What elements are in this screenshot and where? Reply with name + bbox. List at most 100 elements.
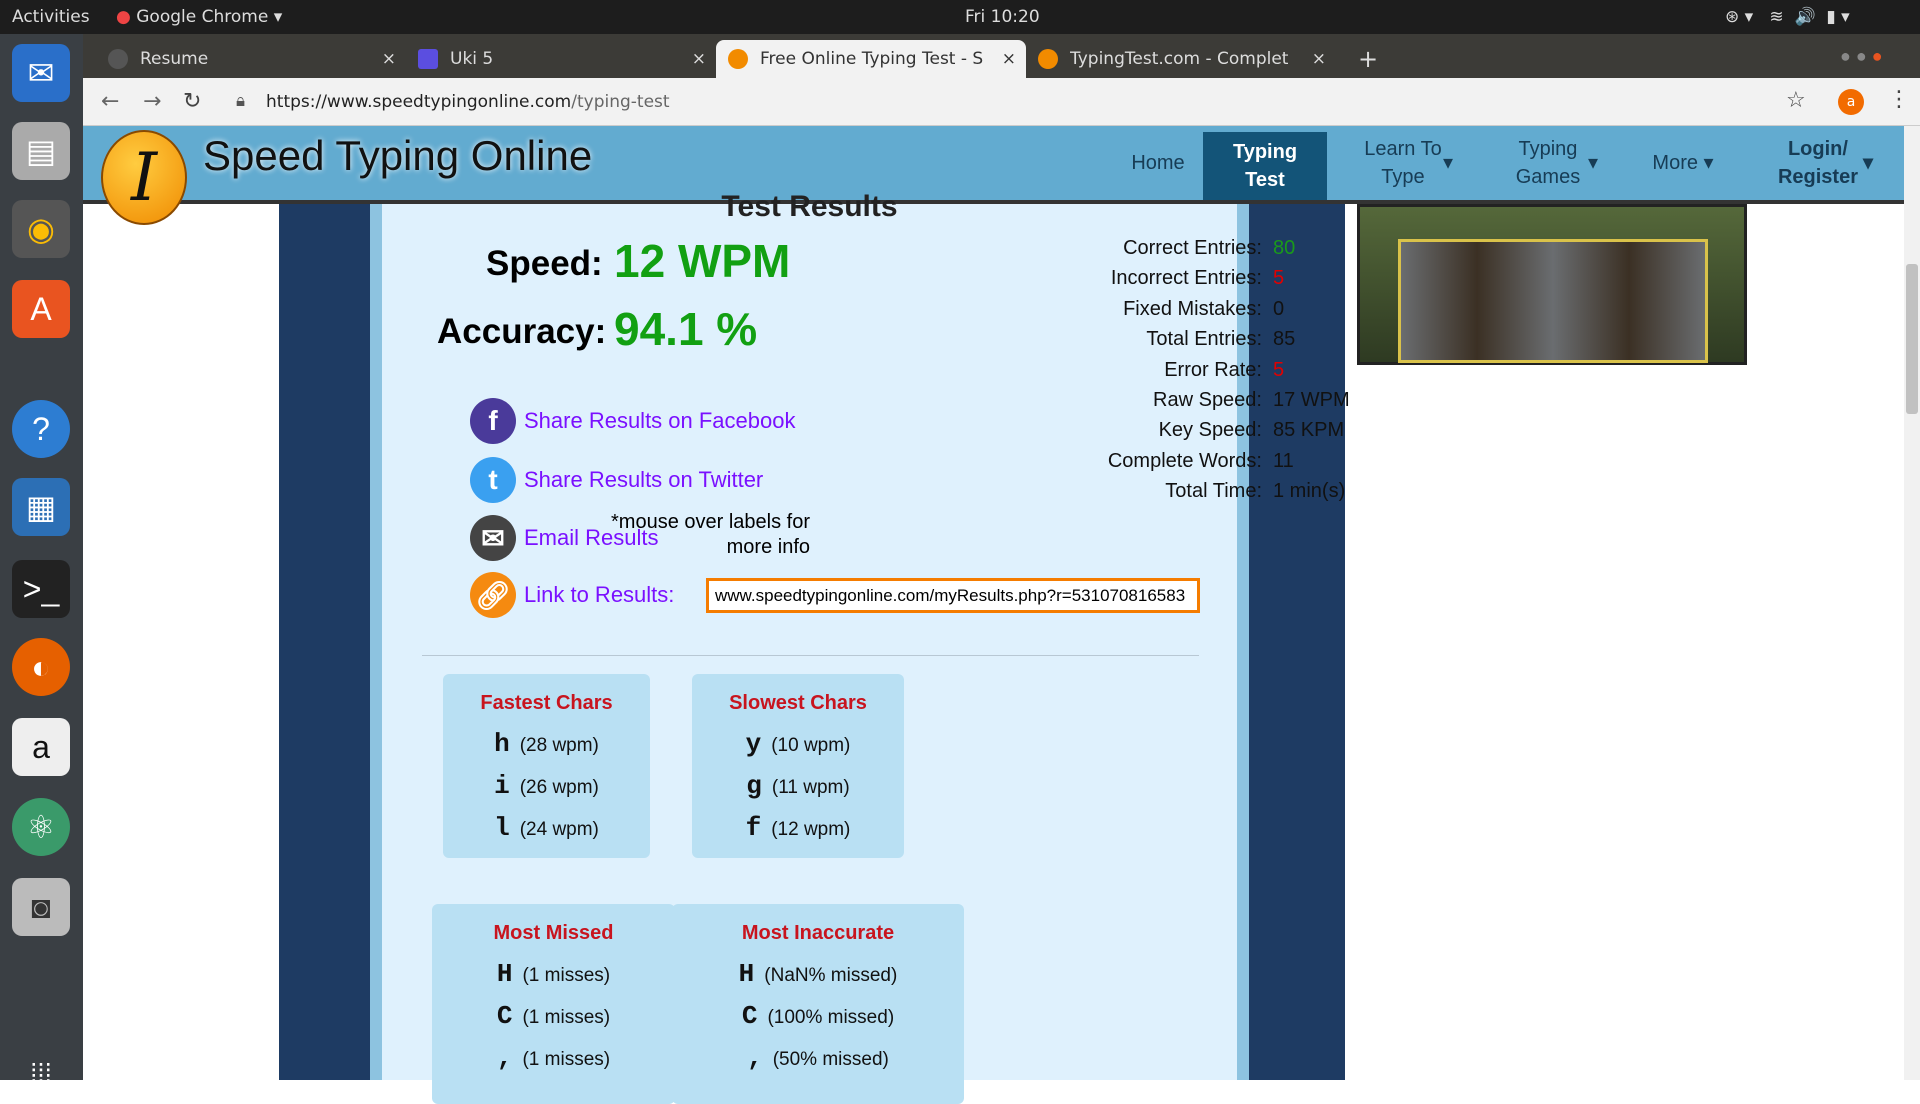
camera-icon[interactable]: ◙ [12,878,70,936]
software-center-icon[interactable]: A [12,280,70,338]
site-favicon-icon [728,49,748,69]
address-bar: ← → ↻ 🔒︎ https://www.speedtypingonline.c… [83,78,1920,126]
profile-avatar[interactable]: a [1838,89,1864,115]
stat-label[interactable]: Fixed Mistakes: [1123,298,1262,321]
close-tab-icon[interactable]: × [692,49,706,69]
app-menu[interactable]: ● Google Chrome ▾ [116,7,282,27]
nav-more[interactable]: More ▾ [1628,126,1738,200]
knights-picture [1398,239,1708,363]
window-controls[interactable]: ● ● ● [1840,46,1883,67]
char-row: i (26 wpm) [443,771,650,801]
tab-resume[interactable]: Resume × [96,40,406,78]
stat-value: 1 min(s) [1273,480,1346,503]
char-row: g (11 wpm) [692,771,904,801]
char-stat: (26 wpm) [519,777,599,798]
char: g [746,771,762,801]
stat-label[interactable]: Error Rate: [1164,359,1262,382]
char: C [496,1001,513,1031]
stat-value: 5 [1273,267,1285,290]
globe-icon [108,49,128,69]
atom-icon[interactable]: ⚛ [12,798,70,856]
results-link-input[interactable] [706,578,1200,613]
stat-value: 11 [1273,449,1294,472]
terminal-icon[interactable]: >_ [12,560,70,618]
char-stat: (1 misses) [522,1007,611,1028]
nav-typing-games[interactable]: Typing Games ▾ [1488,126,1618,200]
ad-banner-image[interactable] [1357,204,1747,365]
char-row: H (NaN% missed) [672,959,964,989]
amazon-icon[interactable]: a [12,718,70,776]
char: , [747,1043,763,1073]
tab-typingtest-com[interactable]: TypingTest.com - Complet × [1026,40,1336,78]
char: , [496,1043,513,1073]
char-stat: (11 wpm) [771,777,850,798]
writer-icon[interactable]: ▦ [12,478,70,536]
close-tab-icon[interactable]: × [1312,49,1326,69]
app-grid-icon[interactable]: ⁞⁞⁞ [12,1044,70,1102]
share-twitter-link[interactable]: t Share Results on Twitter [470,457,763,503]
box-title: Slowest Chars [729,692,867,714]
stat-label[interactable]: Total Time: [1165,480,1262,503]
page-scrollbar[interactable] [1904,126,1920,1080]
char-stat: (12 wpm) [771,819,851,840]
box-title: Most Missed [493,922,614,944]
system-tray-icons[interactable]: ⊛ ▾ ≋ 🔊 ▮ ▾ [1725,7,1850,27]
forward-icon[interactable]: → [143,89,161,114]
nav-learn-to-type[interactable]: Learn To Type ▾ [1343,126,1473,200]
results-heading: Test Results [721,190,898,223]
back-icon[interactable]: ← [101,89,119,114]
url-field[interactable]: https://www.speedtypingonline.com/typing… [266,92,670,112]
char: y [745,729,762,759]
most-inaccurate-box: Most Inaccurate H (NaN% missed) C (100% miss… [672,904,964,1104]
scrollbar-thumb[interactable] [1906,264,1918,414]
stat-label[interactable]: Key Speed: [1159,419,1262,442]
tab-uki[interactable]: Uki 5 × [406,40,716,78]
char-stat: (1 misses) [522,965,611,986]
email-results-link[interactable]: ✉ Email Results [470,515,658,561]
char: h [494,729,510,759]
stat-label[interactable]: Raw Speed: [1153,389,1262,412]
char-row: C (1 misses) [432,1001,675,1031]
site-logo-icon[interactable]: I [101,130,187,225]
nav-login-register[interactable]: Login/ Register ▾ [1753,126,1893,200]
link-to-results[interactable]: 🔗︎ Link to Results: [470,572,674,618]
site-title[interactable]: Speed Typing Online [203,132,592,180]
stat-label[interactable]: Incorrect Entries: [1111,267,1262,290]
firefox-icon[interactable]: ◐ [12,638,70,696]
tab-typing-test[interactable]: Free Online Typing Test - S × [716,40,1026,78]
char-stat: (10 wpm) [771,735,851,756]
files-icon[interactable]: ▤ [12,122,70,180]
bookmark-star-icon[interactable]: ☆ [1786,88,1806,113]
char-stat: (100% missed) [767,1007,895,1028]
menu-icon[interactable]: ⋮ [1888,87,1910,112]
nav-home[interactable]: Home [1103,126,1213,200]
thunderbird-icon[interactable]: ✉ [12,44,70,102]
stat-value: 0 [1273,297,1285,320]
stat-label[interactable]: Correct Entries: [1123,237,1262,260]
activities-button[interactable]: Activities [12,7,90,27]
box-title: Most Inaccurate [741,922,895,944]
char-row: l (24 wpm) [443,813,650,843]
site-favicon-icon [1038,49,1058,69]
share-facebook-link[interactable]: f Share Results on Facebook [470,398,796,444]
chrome-icon[interactable]: ◉ [12,200,70,258]
clock[interactable]: Fri 10:20 [965,7,1040,27]
user-icon [418,49,438,69]
chrome-icon: ● [116,7,131,27]
dock: ✉ ▤ ◉ A ? ▦ >_ ◐ a ⚛ ◙ ⁞⁞⁞ [0,34,83,1088]
reload-icon[interactable]: ↻ [183,89,201,114]
char-stat: (50% missed) [772,1049,889,1070]
char: H [738,959,755,989]
stat-label[interactable]: Total Entries: [1146,328,1262,351]
new-tab-button[interactable]: + [1346,40,1378,78]
help-icon[interactable]: ? [12,400,70,458]
stat-value: 17 WPM [1273,389,1350,411]
char-row: f (12 wpm) [692,813,904,843]
char-stat: (24 wpm) [519,819,599,840]
close-tab-icon[interactable]: × [1002,49,1016,69]
char-row: , (1 misses) [432,1043,675,1073]
tab-strip: Resume × Uki 5 × Free Online Typing Test -… [83,34,1920,78]
stat-label[interactable]: Complete Words: [1108,450,1262,473]
close-tab-icon[interactable]: × [382,49,396,69]
char: f [745,813,762,843]
